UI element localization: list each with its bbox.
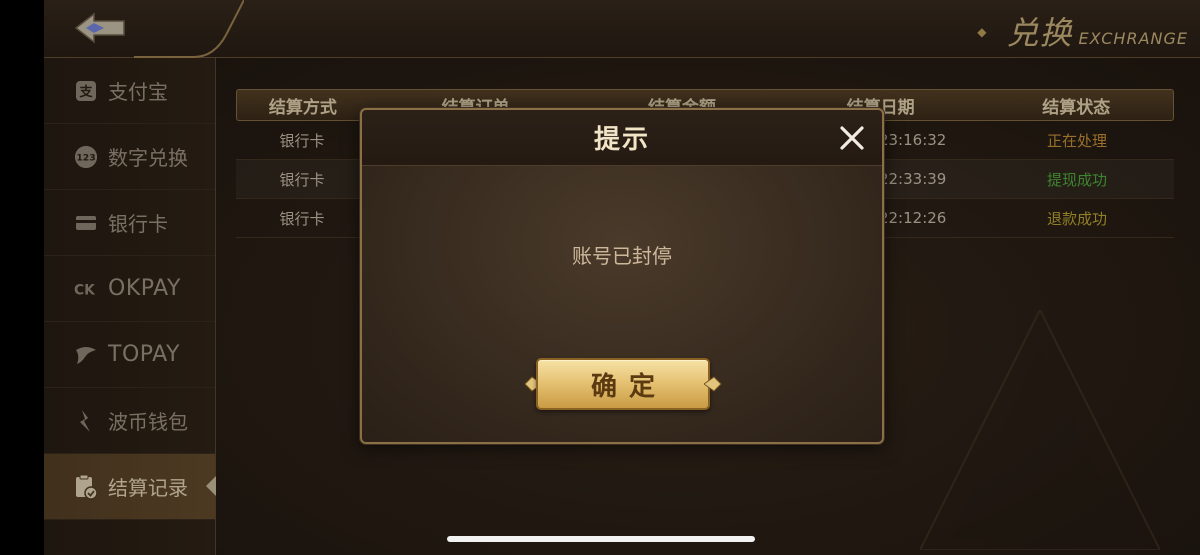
button-wing-right-icon [704, 376, 722, 392]
close-icon [840, 126, 864, 150]
confirm-button-wrap: 确定 [524, 356, 722, 412]
home-indicator[interactable] [447, 536, 755, 542]
confirm-button[interactable]: 确定 [536, 358, 710, 410]
dialog-message: 账号已封停 [572, 244, 672, 268]
dialog-header: 提示 [362, 110, 882, 166]
exchange-app: ◆ 兑换 EXCHRANGE 支 支付宝 123 数字兑换 银行卡 CK OKP… [44, 0, 1200, 555]
dialog-title: 提示 [593, 125, 650, 155]
close-button[interactable] [832, 118, 872, 158]
alert-dialog: 提示 账号已封停 确定 [360, 108, 884, 444]
confirm-button-label: 确定 [590, 371, 667, 402]
screen: ◆ 兑换 EXCHRANGE 支 支付宝 123 数字兑换 银行卡 CK OKP… [0, 0, 1200, 555]
